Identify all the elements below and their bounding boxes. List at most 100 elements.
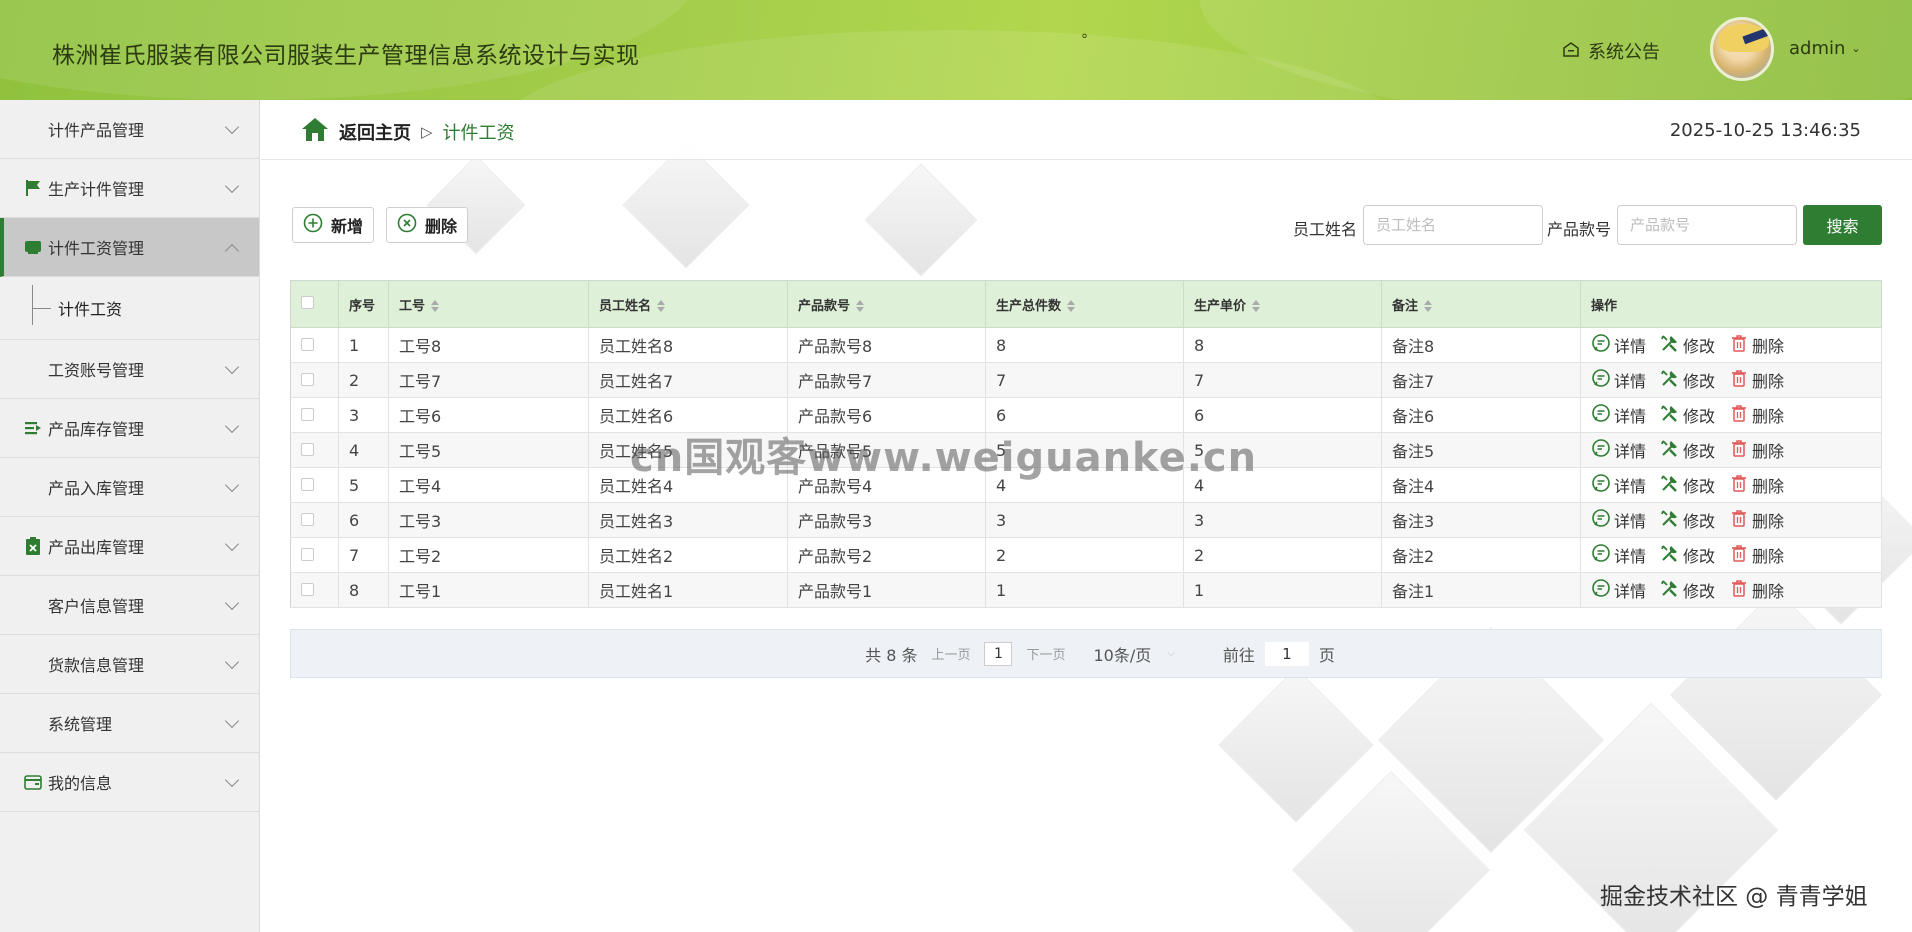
notice-link[interactable]: 系统公告 <box>1562 38 1660 64</box>
sidebar-item-wage[interactable]: 计件工资管理 <box>0 218 259 277</box>
table-cell: 备注7 <box>1381 362 1581 398</box>
column-header: 操作 <box>1580 280 1882 328</box>
add-button[interactable]: 新增 <box>292 207 375 243</box>
sidebar-item-outbound[interactable]: 产品出库管理 <box>0 517 259 576</box>
breadcrumb-current: 计件工资 <box>442 122 515 144</box>
delete-button[interactable]: 删除 <box>386 207 469 243</box>
detail-button[interactable]: 详情 <box>1591 438 1646 462</box>
grid-icon <box>24 714 42 732</box>
sort-icon[interactable] <box>1424 300 1433 312</box>
row-checkbox[interactable] <box>301 477 314 491</box>
trash-icon <box>1729 473 1749 497</box>
sort-icon[interactable] <box>856 300 865 312</box>
notice-icon <box>1562 40 1580 63</box>
home-icon[interactable] <box>301 116 329 147</box>
search-button[interactable]: 搜索 <box>1803 205 1882 245</box>
delete-row-button[interactable]: 删除 <box>1729 333 1784 357</box>
home-link[interactable]: 返回主页 <box>339 119 411 145</box>
sidebar-item-stock[interactable]: 产品库存管理 <box>0 399 259 458</box>
detail-icon <box>1591 578 1611 602</box>
column-header[interactable]: 产品款号 <box>787 280 986 328</box>
edit-button[interactable]: 修改 <box>1660 543 1715 567</box>
sort-icon[interactable] <box>1252 300 1261 312</box>
detail-button[interactable]: 详情 <box>1591 473 1646 497</box>
row-select-cell <box>290 432 339 468</box>
delete-label: 删除 <box>425 217 458 236</box>
sidebar-item-system[interactable]: 系统管理 <box>0 694 259 753</box>
prev-page-button[interactable]: 上一页 <box>931 644 970 663</box>
detail-icon <box>1591 543 1611 567</box>
submenu-item-wage[interactable]: 计件工资 <box>0 277 259 340</box>
sidebar-item-production[interactable]: 生产计件管理 <box>0 159 259 218</box>
column-header[interactable]: 工号 <box>388 280 589 328</box>
edit-button[interactable]: 修改 <box>1660 403 1715 427</box>
delete-row-button[interactable]: 删除 <box>1729 473 1784 497</box>
delete-row-button[interactable]: 删除 <box>1729 368 1784 392</box>
row-checkbox[interactable] <box>301 582 314 596</box>
table-row[interactable]: 2 工号7 员工姓名7 产品款号7 7 7 备注7 详情 修改 删除 <box>290 362 1882 398</box>
next-page-button[interactable]: 下一页 <box>1026 644 1065 663</box>
column-header[interactable]: 生产单价 <box>1183 280 1382 328</box>
goto-page-input[interactable] <box>1264 641 1309 666</box>
employee-name-label: 员工姓名 <box>1293 220 1358 239</box>
row-select-cell <box>290 397 339 433</box>
detail-button[interactable]: 详情 <box>1591 578 1646 602</box>
row-checkbox[interactable] <box>301 407 314 421</box>
edit-button[interactable]: 修改 <box>1660 333 1715 357</box>
column-header[interactable]: 员工姓名 <box>588 280 788 328</box>
table-row[interactable]: 8 工号1 员工姓名1 产品款号1 1 1 备注1 详情 修改 删除 <box>290 572 1882 608</box>
sidebar-item-profile[interactable]: 我的信息 <box>0 753 259 812</box>
sidebar-item-inbound[interactable]: 产品入库管理 <box>0 458 259 517</box>
edit-button[interactable]: 修改 <box>1660 368 1715 392</box>
delete-row-button[interactable]: 删除 <box>1729 403 1784 427</box>
detail-button[interactable]: 详情 <box>1591 368 1646 392</box>
edit-button[interactable]: 修改 <box>1660 473 1715 497</box>
employee-name-input[interactable] <box>1363 205 1543 245</box>
row-checkbox[interactable] <box>301 337 314 351</box>
edit-button[interactable]: 修改 <box>1660 438 1715 462</box>
sort-icon[interactable] <box>657 300 666 312</box>
detail-button[interactable]: 详情 <box>1591 403 1646 427</box>
row-checkbox[interactable] <box>301 442 314 456</box>
column-header[interactable]: 生产总件数 <box>985 280 1184 328</box>
select-all-checkbox[interactable] <box>301 295 314 309</box>
sidebar-item-account[interactable]: 工资账号管理 <box>0 340 259 399</box>
detail-button[interactable]: 详情 <box>1591 508 1646 532</box>
detail-button[interactable]: 详情 <box>1591 543 1646 567</box>
delete-row-button[interactable]: 删除 <box>1729 438 1784 462</box>
table-cell: 工号6 <box>388 397 589 433</box>
page-number[interactable]: 1 <box>984 641 1013 666</box>
table-row[interactable]: 7 工号2 员工姓名2 产品款号2 2 2 备注2 详情 修改 删除 <box>290 537 1882 573</box>
chevron-down-icon <box>224 654 240 670</box>
breadcrumb-separator: ▷ <box>421 122 433 141</box>
delete-row-button[interactable]: 删除 <box>1729 508 1784 532</box>
delete-row-button[interactable]: 删除 <box>1729 543 1784 567</box>
goto-label: 前往 <box>1222 645 1255 665</box>
detail-button[interactable]: 详情 <box>1591 333 1646 357</box>
page-size-select[interactable]: 10条/页 ⌵ <box>1094 642 1175 666</box>
sidebar-item-customer[interactable]: 客户信息管理 <box>0 576 259 635</box>
avatar[interactable] <box>1710 17 1774 81</box>
sidebar-item-product[interactable]: 计件产品管理 <box>0 100 259 159</box>
table-cell: 8 <box>338 572 389 608</box>
sort-icon[interactable] <box>431 300 440 312</box>
row-checkbox[interactable] <box>301 512 314 526</box>
edit-button[interactable]: 修改 <box>1660 578 1715 602</box>
user-menu[interactable]: admin ⌄ <box>1789 38 1861 59</box>
sidebar-item-label: 产品出库管理 <box>48 538 145 557</box>
table-row[interactable]: 6 工号3 员工姓名3 产品款号3 3 3 备注3 详情 修改 删除 <box>290 502 1882 538</box>
sort-icon[interactable] <box>1067 300 1076 312</box>
sidebar-item-label: 计件工资管理 <box>48 239 145 258</box>
sidebar-item-payment[interactable]: 货款信息管理 <box>0 635 259 694</box>
table-row[interactable]: 1 工号8 员工姓名8 产品款号8 8 8 备注8 详情 修改 删除 <box>290 327 1882 363</box>
row-checkbox[interactable] <box>301 372 314 386</box>
product-no-input[interactable] <box>1617 205 1797 245</box>
column-header[interactable]: 备注 <box>1381 280 1581 328</box>
delete-row-button[interactable]: 删除 <box>1729 578 1784 602</box>
row-select-cell <box>290 572 339 608</box>
table-cell: 备注1 <box>1381 572 1581 608</box>
table-cell: 6 <box>338 502 389 538</box>
edit-button[interactable]: 修改 <box>1660 508 1715 532</box>
sidebar-item-label: 客户信息管理 <box>48 597 145 616</box>
row-checkbox[interactable] <box>301 547 314 561</box>
